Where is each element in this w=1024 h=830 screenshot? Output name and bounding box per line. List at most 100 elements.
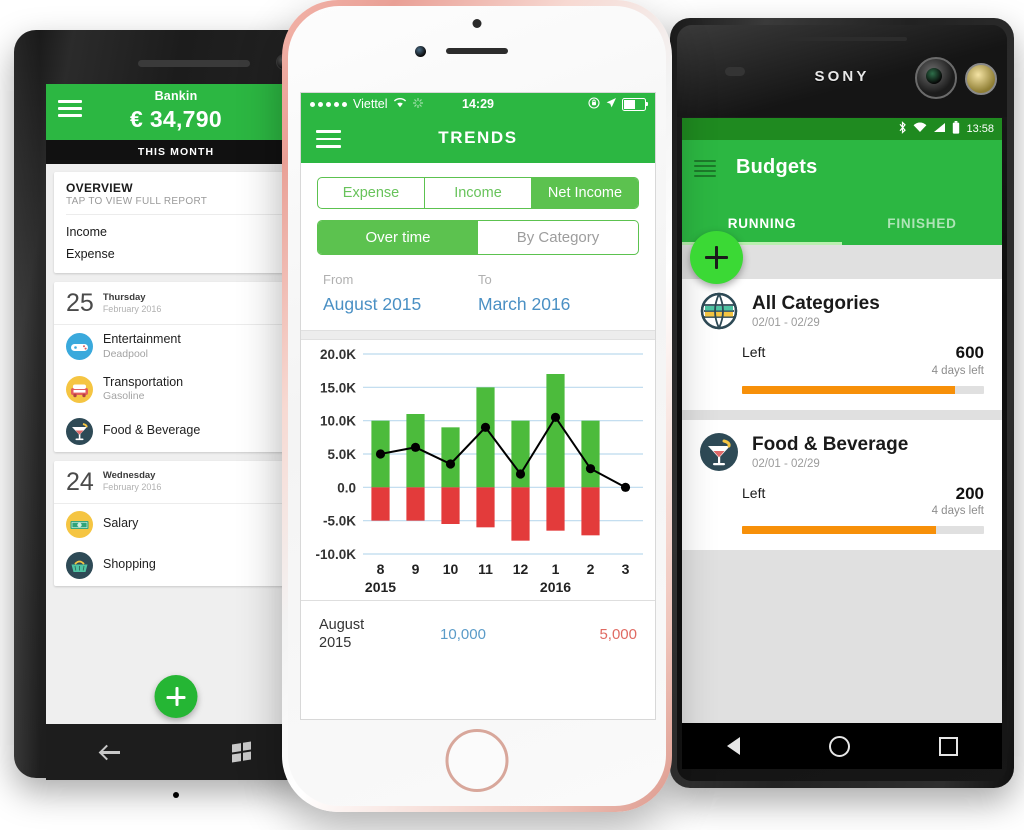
- date-range-selector: From August 2015 To March 2016: [301, 255, 655, 330]
- home-button[interactable]: [445, 729, 509, 792]
- segment-control-type: Expense Income Net Income: [317, 177, 639, 209]
- sony-brand-logo: SONY: [814, 68, 870, 85]
- location-arrow-icon: [605, 97, 617, 112]
- overview-rows: Income Expense: [66, 214, 286, 265]
- this-month-bar[interactable]: THIS MONTH: [46, 140, 306, 164]
- add-budget-fab[interactable]: [690, 231, 743, 284]
- back-triangle-icon[interactable]: [726, 737, 740, 755]
- recents-square-icon[interactable]: [938, 736, 958, 756]
- budget-progress-bar: [742, 526, 984, 535]
- day-group-24: 24 Wednesday February 2016 Salary Shoppi…: [54, 460, 298, 586]
- segment-net-income[interactable]: Net Income: [532, 178, 638, 208]
- svg-text:20.0K: 20.0K: [320, 347, 356, 362]
- sony-android-device: SONY 13:58 Budgets RUNNING FINISHED All …: [670, 18, 1014, 788]
- segment-over-time[interactable]: Over time: [318, 221, 478, 254]
- svg-text:8: 8: [377, 561, 385, 577]
- earpiece-speaker: [787, 37, 907, 41]
- list-item[interactable]: Salary: [54, 504, 298, 545]
- hamburger-icon[interactable]: [694, 160, 716, 177]
- home-circle-icon[interactable]: [828, 735, 850, 757]
- from-value[interactable]: August 2015: [323, 294, 478, 315]
- summary-period: August 2015: [319, 616, 405, 652]
- day-number: 25: [66, 289, 94, 317]
- budget-name: All Categories: [752, 293, 880, 315]
- day-month-year: February 2016: [102, 303, 162, 314]
- range-from[interactable]: From August 2015: [323, 272, 478, 315]
- wp-app-header: Bankin € 34,790: [46, 84, 306, 140]
- earpiece-speaker: [446, 48, 508, 54]
- devices-showcase: Bankin € 34,790 THIS MONTH OVERVIEW TAP …: [0, 0, 1024, 830]
- from-label: From: [323, 272, 354, 287]
- chart-summary-footer[interactable]: August 2015 10,000 5,000: [301, 600, 655, 667]
- android-nav-bar: [682, 723, 1002, 769]
- gamepad-icon: [66, 332, 93, 360]
- list-item[interactable]: Transportation Gasoline: [54, 368, 298, 411]
- svg-text:2015: 2015: [365, 579, 396, 595]
- back-arrow-icon[interactable]: [101, 745, 121, 759]
- battery-icon: [622, 97, 649, 111]
- day-header: 24 Wednesday February 2016: [54, 461, 298, 504]
- segment-control-view: Over time By Category: [317, 220, 639, 255]
- to-value[interactable]: March 2016: [478, 294, 633, 315]
- budget-card-food-beverage[interactable]: Food & Beverage 02/01 - 02/29 Left 200 4…: [682, 419, 1002, 551]
- trends-chart[interactable]: 20.0K 15.0K 10.0K 5.0K 0.0 -5.0K -10.0K 8 9 10 11 1…: [301, 340, 655, 600]
- cocktail-icon: [700, 432, 738, 471]
- overview-row-income: Income: [66, 225, 107, 239]
- tab-finished[interactable]: FINISHED: [842, 202, 1002, 245]
- iphone-device: Viettel 14:29 TRENDS Expense Income Net …: [282, 0, 672, 812]
- globe-icon: [700, 292, 738, 330]
- windows-phone-device: Bankin € 34,790 THIS MONTH OVERVIEW TAP …: [14, 30, 310, 798]
- wp-content: OVERVIEW TAP TO VIEW FULL REPORT Income …: [46, 164, 306, 724]
- budget-days-left: 4 days left: [931, 505, 984, 518]
- section-divider: [301, 330, 655, 340]
- day-number: 24: [66, 467, 94, 496]
- transaction-note: Deadpool: [103, 347, 148, 360]
- front-camera: [415, 46, 426, 57]
- segment-income[interactable]: Income: [425, 178, 532, 208]
- wifi-icon: [913, 122, 927, 136]
- svg-text:-5.0K: -5.0K: [323, 514, 356, 529]
- range-to[interactable]: To March 2016: [478, 272, 633, 315]
- segment-by-category[interactable]: By Category: [478, 221, 638, 254]
- overview-card[interactable]: OVERVIEW TAP TO VIEW FULL REPORT Income …: [54, 172, 298, 273]
- list-item[interactable]: Shopping: [54, 545, 298, 586]
- banknote-icon: [66, 510, 93, 538]
- sony-screen: 13:58 Budgets RUNNING FINISHED All Categ…: [682, 118, 1002, 723]
- front-camera: [915, 57, 957, 99]
- budget-card-all-categories[interactable]: All Categories 02/01 - 02/29 Left 600 4 …: [682, 279, 1002, 410]
- svg-text:15.0K: 15.0K: [320, 380, 356, 395]
- svg-text:11: 11: [478, 561, 493, 577]
- svg-text:0.0: 0.0: [337, 480, 356, 495]
- svg-text:10: 10: [443, 561, 459, 577]
- overview-title: OVERVIEW: [66, 181, 133, 195]
- budget-amount: 200: [955, 483, 984, 503]
- day-group-25: 25 Thursday February 2016 Entertainment …: [54, 282, 298, 452]
- rotation-lock-icon: [588, 96, 600, 112]
- svg-text:1: 1: [552, 561, 560, 577]
- add-transaction-fab[interactable]: [154, 675, 198, 718]
- summary-expense: 5,000: [599, 625, 637, 643]
- ios-status-bar: Viettel 14:29: [301, 93, 655, 115]
- day-header: 25 Thursday February 2016: [54, 282, 298, 325]
- svg-text:5.0K: 5.0K: [327, 447, 356, 462]
- overview-row-expense: Expense: [66, 247, 115, 261]
- list-item[interactable]: Food & Beverage: [54, 411, 298, 452]
- summary-month: August: [319, 616, 365, 633]
- home-dot: [173, 792, 179, 798]
- segment-expense[interactable]: Expense: [318, 178, 425, 208]
- windows-logo-icon[interactable]: [231, 741, 251, 763]
- transaction-category: Entertainment: [103, 332, 181, 346]
- signal-icon: [933, 122, 946, 136]
- bluetooth-icon: [898, 121, 907, 137]
- car-icon: [66, 375, 93, 403]
- windows-phone-screen: Bankin € 34,790 THIS MONTH OVERVIEW TAP …: [46, 84, 306, 724]
- transaction-category: Salary: [103, 516, 139, 531]
- transaction-category: Food & Beverage: [103, 423, 201, 438]
- budget-amount: 600: [955, 343, 984, 362]
- svg-text:10.0K: 10.0K: [320, 414, 356, 429]
- budget-list: All Categories 02/01 - 02/29 Left 600 4 …: [682, 245, 1002, 723]
- budget-date-range: 02/01 - 02/29: [752, 316, 820, 329]
- transaction-note: Gasoline: [103, 390, 145, 403]
- list-item[interactable]: Entertainment Deadpool: [54, 325, 298, 368]
- svg-text:12: 12: [513, 561, 529, 577]
